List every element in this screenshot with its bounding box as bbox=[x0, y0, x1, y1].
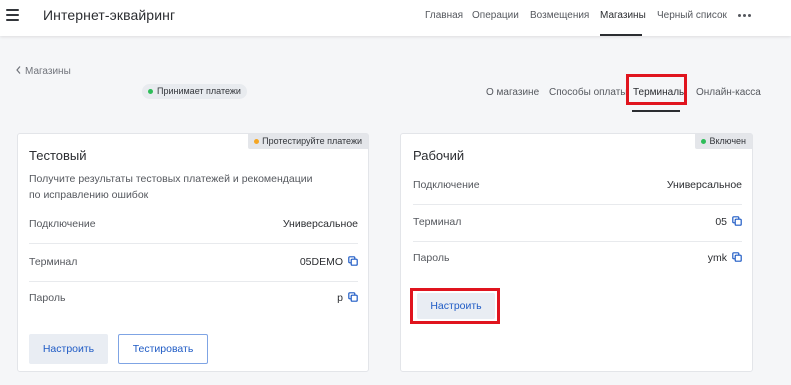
row-value: p bbox=[337, 292, 358, 304]
row-value: ymk bbox=[708, 252, 742, 264]
description-line: по исправлению ошибок bbox=[29, 189, 149, 201]
nav-item-stores[interactable]: Магазины bbox=[600, 10, 646, 21]
tab-about-store[interactable]: О магазине bbox=[486, 87, 539, 98]
row-value: 05 bbox=[715, 216, 742, 228]
work-row-terminal: Терминал 05 bbox=[413, 206, 742, 242]
work-status-badge: Включен bbox=[695, 134, 752, 149]
app-title: Интернет-эквайринг bbox=[43, 7, 176, 23]
copy-icon[interactable] bbox=[348, 292, 358, 302]
breadcrumb[interactable]: Магазины bbox=[16, 66, 71, 77]
nav-item-operations[interactable]: Операции bbox=[472, 10, 519, 21]
row-label: Пароль bbox=[29, 292, 66, 304]
hamburger-icon[interactable] bbox=[6, 9, 19, 21]
password-value: ymk bbox=[707, 252, 727, 264]
tab-terminals[interactable]: Терминалы bbox=[633, 87, 686, 98]
nav-item-home[interactable]: Главная bbox=[425, 10, 463, 21]
breadcrumb-label: Магазины bbox=[25, 66, 71, 77]
tab-online-cashbox[interactable]: Онлайн-касса bbox=[696, 87, 761, 98]
nav-active-indicator bbox=[600, 34, 642, 36]
test-status-badge: Протестируйте платежи bbox=[248, 134, 368, 149]
test-row-password: Пароль p bbox=[29, 282, 358, 318]
test-configure-button[interactable]: Настроить bbox=[29, 334, 108, 364]
test-card-title: Тестовый bbox=[29, 148, 87, 163]
test-row-connection: Подключение Универсальное bbox=[29, 208, 358, 244]
work-row-connection: Подключение Универсальное bbox=[413, 169, 742, 205]
top-header: Интернет-эквайринг Главная Операции Возм… bbox=[0, 0, 791, 36]
test-card-description: Получите результаты тестовых платежей и … bbox=[29, 171, 349, 203]
description-line: Получите результаты тестовых платежей и … bbox=[29, 173, 313, 185]
test-badge-label: Протестируйте платежи bbox=[262, 136, 362, 146]
tab-active-indicator bbox=[632, 110, 680, 112]
store-status-badge: Принимает платежи bbox=[142, 84, 247, 99]
password-value: p bbox=[337, 292, 343, 304]
success-dot-icon bbox=[701, 139, 707, 144]
row-label: Пароль bbox=[413, 252, 450, 264]
work-terminal-card: Включен Рабочий Подключение Универсально… bbox=[400, 133, 753, 372]
row-label: Подключение bbox=[29, 218, 96, 230]
test-row-terminal: Терминал 05DEMO bbox=[29, 246, 358, 282]
test-run-button[interactable]: Тестировать bbox=[118, 334, 208, 364]
store-status-label: Принимает платежи bbox=[157, 86, 241, 96]
row-value: 05DEMO bbox=[300, 256, 358, 268]
warning-dot-icon bbox=[254, 139, 260, 144]
copy-icon[interactable] bbox=[348, 256, 358, 266]
tab-payment-methods[interactable]: Способы оплаты bbox=[549, 87, 628, 98]
terminal-id: 05 bbox=[715, 216, 727, 228]
work-row-password: Пароль ymk bbox=[413, 242, 742, 278]
row-value: Универсальное bbox=[282, 218, 358, 230]
nav-item-refunds[interactable]: Возмещения bbox=[530, 10, 589, 21]
copy-icon[interactable] bbox=[732, 216, 742, 226]
copy-icon[interactable] bbox=[732, 252, 742, 262]
more-horizontal-icon[interactable] bbox=[738, 14, 752, 18]
row-value: Универсальное bbox=[666, 179, 742, 191]
terminal-id: 05DEMO bbox=[299, 256, 343, 268]
row-label: Терминал bbox=[413, 216, 462, 228]
chevron-left-icon bbox=[16, 66, 21, 77]
nav-item-blacklist[interactable]: Черный список bbox=[657, 10, 727, 21]
test-terminal-card: Протестируйте платежи Тестовый Получите … bbox=[17, 133, 369, 372]
row-label: Подключение bbox=[413, 179, 480, 191]
row-label: Терминал bbox=[29, 256, 78, 268]
work-configure-button[interactable]: Настроить bbox=[417, 293, 495, 319]
status-dot-icon bbox=[148, 89, 153, 94]
work-badge-label: Включен bbox=[709, 136, 746, 146]
work-card-title: Рабочий bbox=[413, 148, 465, 163]
